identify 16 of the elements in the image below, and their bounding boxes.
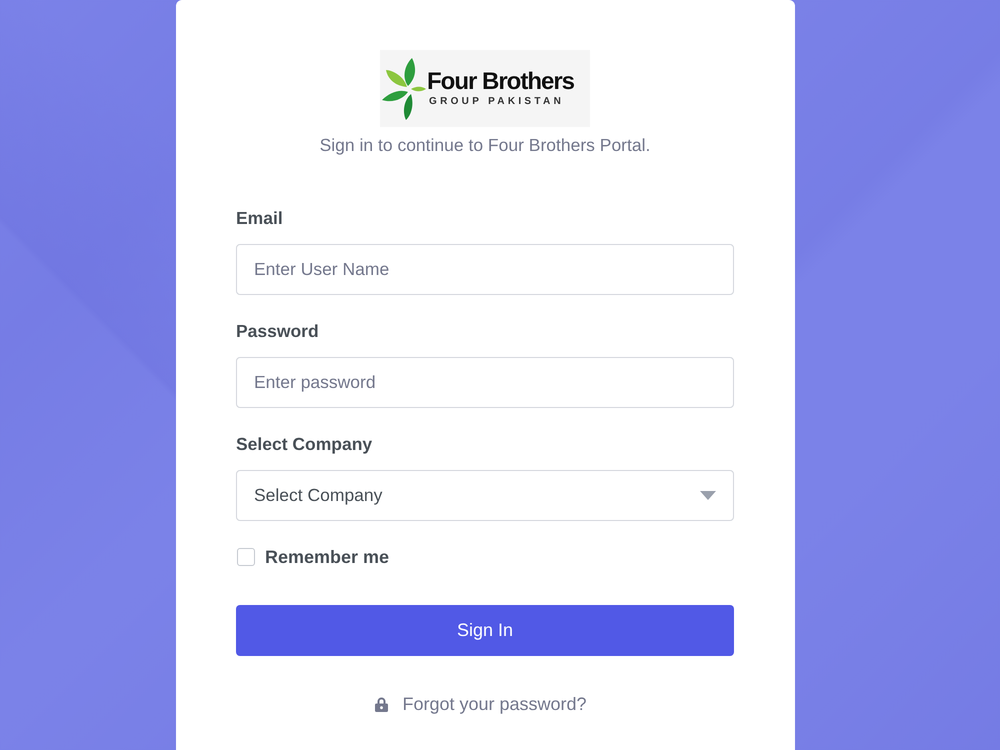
lock-icon	[375, 696, 388, 712]
sign-in-button[interactable]: Sign In	[236, 605, 734, 656]
field-label: Email	[236, 207, 283, 230]
remember-checkbox[interactable]	[237, 548, 255, 566]
company-select[interactable]: Select Company	[236, 470, 734, 521]
field-label: Select Company	[236, 433, 372, 456]
caret-icon	[700, 491, 716, 500]
password-field[interactable]: Enter password	[236, 357, 734, 408]
subtitle-text: Sign in to continue to Four Brothers Portal.	[320, 134, 650, 157]
logo-title: Four Brothers	[427, 68, 574, 94]
forgot-password-link[interactable]: Forgot your password?	[402, 694, 587, 714]
leaves-icon	[382, 56, 426, 122]
field-label: Password	[236, 320, 319, 343]
remember-label: Remember me	[265, 546, 390, 568]
logo-subtitle: GROUP PAKISTAN	[429, 94, 564, 108]
email-field[interactable]: Enter User Name	[236, 244, 734, 295]
